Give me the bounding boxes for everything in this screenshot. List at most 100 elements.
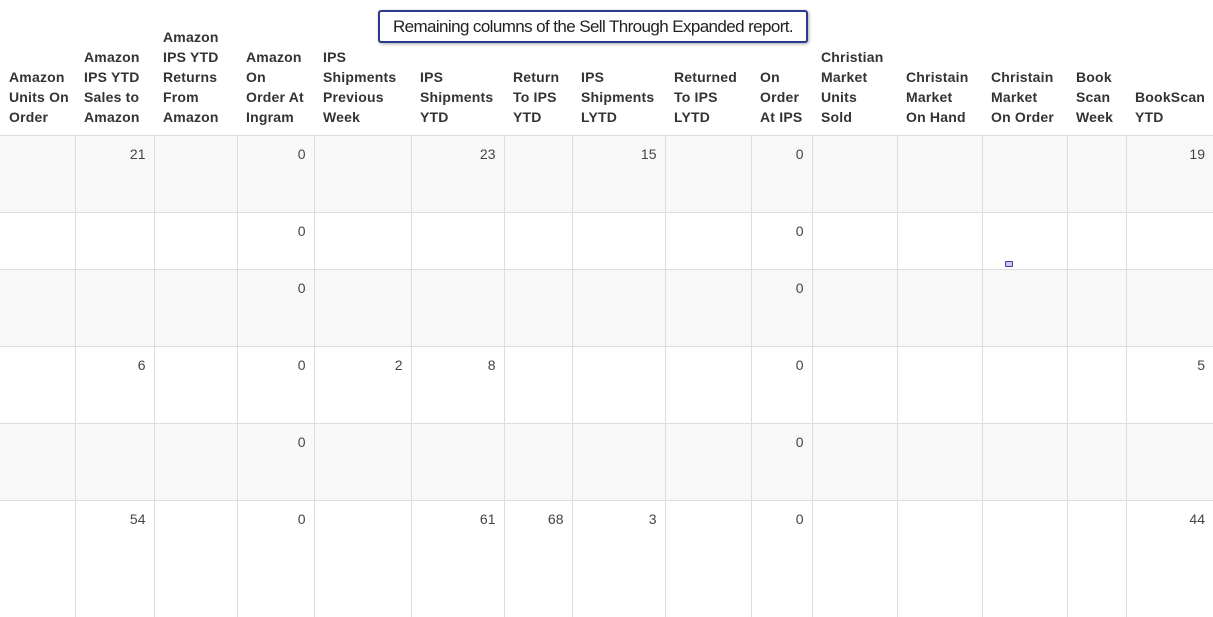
table-cell: 54 <box>74 499 154 617</box>
table-cell: 5 <box>1125 345 1213 423</box>
table-cell <box>0 422 75 500</box>
table-cell: 68 <box>503 499 572 617</box>
column-header[interactable]: Return To IPS YTD <box>504 0 572 135</box>
table-cell <box>503 134 572 212</box>
table-cell <box>1066 499 1126 617</box>
table-cell <box>981 499 1067 617</box>
table-cell <box>981 134 1067 212</box>
table-cell <box>1066 422 1126 500</box>
table-cell <box>410 422 504 500</box>
column-header[interactable]: Amazon Units On Order <box>0 0 75 135</box>
table-cell <box>571 422 665 500</box>
table-cell <box>1066 134 1126 212</box>
table-cell <box>503 345 572 423</box>
table-cell <box>571 268 665 346</box>
table-row[interactable]: 00 <box>0 422 1213 500</box>
table-cell <box>811 268 897 346</box>
table-cell <box>0 268 75 346</box>
table-cell <box>153 345 237 423</box>
column-header[interactable]: On Order At IPS <box>751 0 812 135</box>
table-cell <box>896 345 982 423</box>
table-cell <box>896 211 982 269</box>
table-cell <box>503 211 572 269</box>
table-cell: 3 <box>571 499 665 617</box>
column-header[interactable]: Book Scan Week <box>1067 0 1126 135</box>
table-cell <box>153 211 237 269</box>
table-cell <box>313 268 411 346</box>
table-cell: 0 <box>750 499 812 617</box>
sell-through-expanded-table: Amazon Units On Order Amazon IPS YTD Sal… <box>0 0 1213 617</box>
table-cell <box>503 268 572 346</box>
table-cell <box>410 211 504 269</box>
table-cell <box>74 268 154 346</box>
column-header[interactable]: IPS Shipments LYTD <box>572 0 665 135</box>
table-cell <box>664 268 751 346</box>
table-row[interactable]: 602805 <box>0 345 1213 423</box>
table-cell: 61 <box>410 499 504 617</box>
table-cell <box>74 211 154 269</box>
table-cell <box>153 134 237 212</box>
table-cell <box>410 268 504 346</box>
column-header[interactable]: IPS Shipments YTD <box>411 0 504 135</box>
table-cell <box>0 499 75 617</box>
table-cell <box>981 422 1067 500</box>
table-cell: 19 <box>1125 134 1213 212</box>
table-cell <box>664 134 751 212</box>
table-cell <box>0 211 75 269</box>
table-cell: 0 <box>750 345 812 423</box>
table-cell: 0 <box>236 268 314 346</box>
column-header[interactable]: Christian Market Units Sold <box>812 0 897 135</box>
table-cell: 44 <box>1125 499 1213 617</box>
table-cell: 23 <box>410 134 504 212</box>
table-cell: 0 <box>236 134 314 212</box>
table-cell: 21 <box>74 134 154 212</box>
table-cell <box>74 422 154 500</box>
table-cell <box>153 268 237 346</box>
table-row[interactable]: 21 0 23 15 0 19 <box>0 134 1213 212</box>
table-cell <box>896 422 982 500</box>
table-cell <box>811 134 897 212</box>
table-cell <box>1125 422 1213 500</box>
table-cell <box>981 345 1067 423</box>
table-cell: 8 <box>410 345 504 423</box>
column-header[interactable]: Amazon On Order At Ingram <box>237 0 314 135</box>
column-header[interactable]: Returned To IPS LYTD <box>665 0 751 135</box>
column-header[interactable]: Amazon IPS YTD Returns From Amazon <box>154 0 237 135</box>
table-row[interactable]: 54 0 61 68 3 0 44 <box>0 499 1213 617</box>
column-header[interactable]: IPS Shipments Previous Week <box>314 0 411 135</box>
table-cell <box>313 211 411 269</box>
table-cell <box>896 268 982 346</box>
table-cell <box>313 499 411 617</box>
table-cell <box>153 499 237 617</box>
table-cell <box>896 134 982 212</box>
table-cell: 0 <box>236 345 314 423</box>
table-cell <box>981 211 1067 269</box>
column-header[interactable]: Amazon IPS YTD Sales to Amazon <box>75 0 154 135</box>
table-cell <box>0 134 75 212</box>
table-row[interactable]: 00 <box>0 211 1213 269</box>
table-cell: 0 <box>750 268 812 346</box>
column-header[interactable]: Christain Market On Hand <box>897 0 982 135</box>
table-cell <box>664 422 751 500</box>
table-cell <box>811 499 897 617</box>
column-header[interactable]: Christain Market On Order <box>982 0 1067 135</box>
table-cell <box>571 345 665 423</box>
table-cell <box>1125 268 1213 346</box>
table-cell: 0 <box>236 422 314 500</box>
table-cell: 0 <box>750 422 812 500</box>
table-cell <box>811 422 897 500</box>
mouse-cursor-marker <box>1005 261 1013 267</box>
column-header[interactable]: BookScan YTD <box>1126 0 1213 135</box>
header-row: Amazon Units On Order Amazon IPS YTD Sal… <box>0 0 1213 135</box>
table-cell: 0 <box>750 211 812 269</box>
table-row[interactable]: 00 <box>0 268 1213 346</box>
table-cell <box>313 422 411 500</box>
table-cell: 2 <box>313 345 411 423</box>
table-cell <box>503 422 572 500</box>
table-cell: 6 <box>74 345 154 423</box>
table-cell <box>896 499 982 617</box>
table-cell <box>0 345 75 423</box>
table-cell: 0 <box>236 211 314 269</box>
table-cell <box>664 211 751 269</box>
table-cell: 15 <box>571 134 665 212</box>
